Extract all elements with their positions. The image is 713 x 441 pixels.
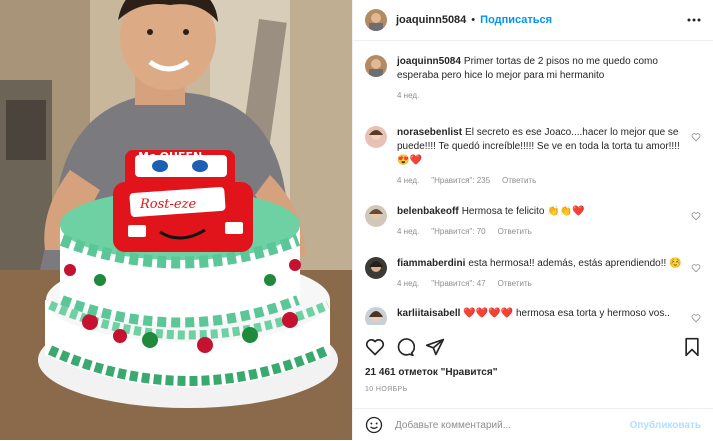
cake-photo-illustration: Rost-eze Mc.QUEEN xyxy=(0,0,352,440)
instagram-post: Rost-eze Mc.QUEEN joaquinn5084 • Подписа… xyxy=(0,0,713,440)
post-header: joaquinn5084 • Подписаться xyxy=(353,0,713,41)
post-date: 10 НОЯБРЬ xyxy=(365,386,408,393)
comment-likes[interactable]: "Нравится": 70 xyxy=(431,225,485,239)
heart-icon[interactable] xyxy=(691,132,701,142)
comment-bubble-icon[interactable] xyxy=(395,337,415,357)
caption-item: joaquinn5084 Primer tortas de 2 pisos no … xyxy=(353,41,713,103)
comment-time[interactable]: 4 нед. xyxy=(397,277,419,291)
comment-username[interactable]: norasebenlist xyxy=(397,127,462,138)
comment-item: norasebenlist El secreto es ese Joaco....… xyxy=(353,126,713,188)
comment-avatar[interactable] xyxy=(365,257,387,279)
caption-username[interactable]: joaquinn5084 xyxy=(397,56,461,67)
comment-item: karliitaisabell ❤️❤️❤️❤️ hermosa esa tort… xyxy=(353,307,713,325)
comment-time[interactable]: 4 нед. xyxy=(397,174,419,188)
cake-top-text: Mc.QUEEN xyxy=(138,150,202,163)
comment-text: esta hermosa!! además, estás aprendiendo… xyxy=(468,258,682,269)
comment-avatar[interactable] xyxy=(365,205,387,227)
post-photo[interactable]: Rost-eze Mc.QUEEN xyxy=(0,0,352,440)
comment-avatar[interactable] xyxy=(365,126,387,148)
header-username[interactable]: joaquinn5084 xyxy=(396,14,466,26)
comment-username[interactable]: fiammaberdini xyxy=(397,258,465,269)
save-bookmark-icon[interactable] xyxy=(683,337,701,357)
post-details-panel: joaquinn5084 • Подписаться joaquinn5084 P… xyxy=(352,0,713,440)
caption-time[interactable]: 4 нед. xyxy=(397,89,419,103)
add-comment-bar: Опубликовать xyxy=(353,408,713,441)
comment-text: ❤️❤️❤️❤️ hermosa esa torta y hermoso vos… xyxy=(463,308,670,319)
publish-button[interactable]: Опубликовать xyxy=(630,420,701,431)
comment-likes[interactable]: "Нравится": 47 xyxy=(431,277,485,291)
comment-reply-button[interactable]: Ответить xyxy=(502,174,536,188)
comment-input[interactable] xyxy=(393,418,630,432)
comment-username[interactable]: karliitaisabell xyxy=(397,308,460,319)
follow-button[interactable]: Подписаться xyxy=(480,14,552,26)
header-separator: • xyxy=(471,14,476,26)
likes-count[interactable]: 21 461 отметок "Нравится" xyxy=(365,367,497,378)
more-options-icon[interactable] xyxy=(687,18,701,22)
comment-reply-button[interactable]: Ответить xyxy=(498,225,532,239)
comment-item: belenbakeoff Hermosa te felicito 👏👏❤️ 4 н… xyxy=(353,205,713,239)
comment-avatar[interactable] xyxy=(365,307,387,325)
heart-icon[interactable] xyxy=(691,313,701,323)
emoji-smiley-icon[interactable] xyxy=(365,416,383,434)
avatar[interactable] xyxy=(365,9,387,31)
heart-icon[interactable] xyxy=(691,263,701,273)
share-paper-plane-icon[interactable] xyxy=(425,337,445,357)
comment-text: Hermosa te felicito 👏👏❤️ xyxy=(461,206,585,217)
comment-reply-button[interactable]: Ответить xyxy=(498,277,532,291)
comment-item: fiammaberdini esta hermosa!! además, está… xyxy=(353,257,713,291)
comments-list[interactable]: joaquinn5084 Primer tortas de 2 pisos no … xyxy=(353,41,713,325)
caption-avatar[interactable] xyxy=(365,55,387,77)
comment-likes[interactable]: "Нравится": 235 xyxy=(431,174,490,188)
heart-icon[interactable] xyxy=(691,211,701,221)
comment-time[interactable]: 4 нед. xyxy=(397,225,419,239)
cake-side-text: Rost-eze xyxy=(139,197,196,212)
like-heart-icon[interactable] xyxy=(365,337,385,357)
action-bar xyxy=(353,333,713,361)
comment-username[interactable]: belenbakeoff xyxy=(397,206,459,217)
